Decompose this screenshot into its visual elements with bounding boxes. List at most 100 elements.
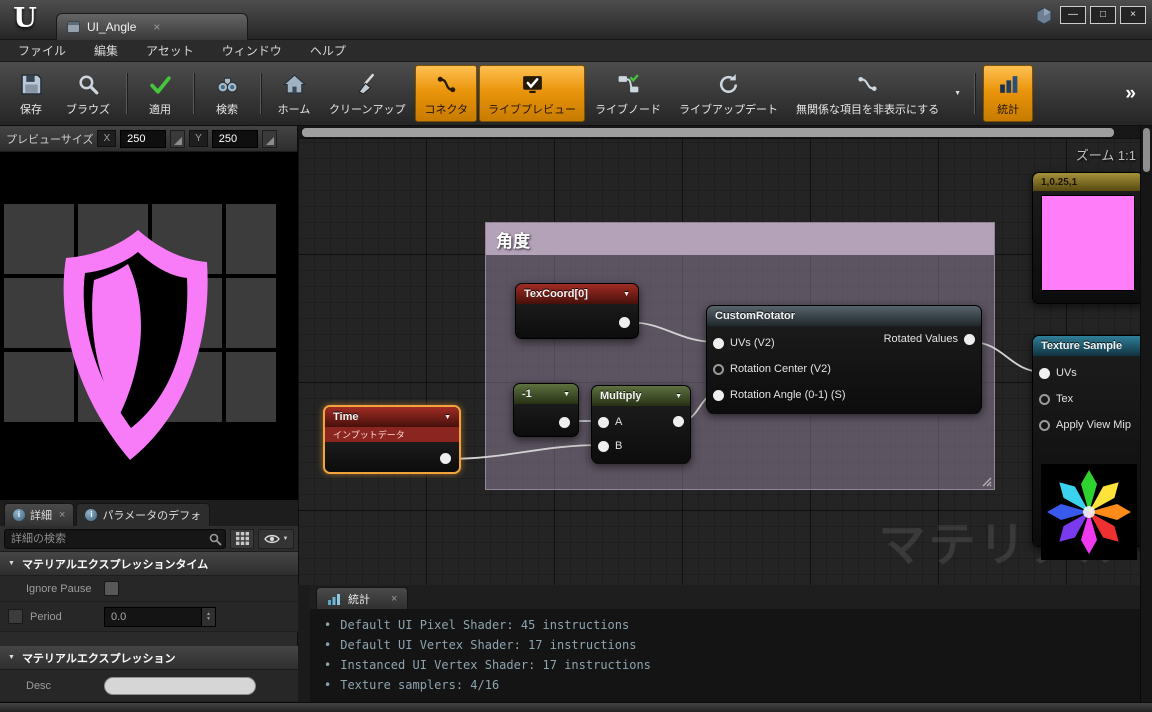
node-multiply[interactable]: Multiply ▼ A B (591, 385, 691, 464)
asset-tab[interactable]: UI_Angle × (56, 13, 248, 40)
menu-edit[interactable]: 編集 (94, 42, 118, 59)
hide-unrelated-icon (855, 70, 880, 98)
details-search-input[interactable] (4, 528, 226, 549)
multiply-output-pin[interactable] (673, 416, 684, 427)
stats-line-text: Texture samplers: 4/16 (340, 678, 500, 692)
desc-input-field[interactable] (104, 676, 256, 695)
period-value-field[interactable]: 0.0 ▲ ▼ (104, 606, 216, 627)
section-material-expression[interactable]: ▼ マテリアルエクスプレッション (0, 646, 298, 670)
node-minus-one-title: -1 (522, 388, 532, 400)
graph-horizontal-scrollbar[interactable] (298, 126, 1140, 139)
info-icon: i (85, 509, 98, 521)
node-custom-rotator[interactable]: CustomRotator UVs (V2) Rotation Center (… (706, 305, 982, 414)
collapse-arrow-icon[interactable]: ▼ (623, 291, 630, 298)
collapse-arrow-icon[interactable]: ▼ (563, 391, 570, 398)
cleanup-button[interactable]: クリーンアップ (321, 65, 413, 122)
window-controls: — □ × (1060, 6, 1146, 24)
tab-stats-close-icon[interactable]: × (391, 593, 397, 605)
property-row-period: Period 0.0 ▲ ▼ (0, 602, 298, 632)
ignore-pause-checkbox[interactable] (104, 581, 119, 596)
hide-unrelated-dropdown-caret-icon[interactable]: ▼ (949, 86, 966, 101)
texcoord-output-pin[interactable] (619, 317, 630, 328)
preview-viewport[interactable] (0, 152, 298, 500)
save-button[interactable]: 保存 (6, 65, 56, 122)
maximize-button[interactable]: □ (1090, 6, 1116, 24)
texture-sample-tex-input-pin[interactable] (1039, 393, 1050, 405)
live-nodes-icon (616, 70, 641, 98)
home-button[interactable]: ホーム (269, 65, 319, 122)
node-constant-vector[interactable]: 1,0.25,1 (1032, 172, 1144, 304)
preview-y-value[interactable]: 250 (211, 129, 258, 148)
live-update-toggle-button[interactable]: ライブアップデート (671, 65, 786, 122)
preview-y-drag-icon[interactable] (261, 129, 277, 148)
menu-help[interactable]: ヘルプ (310, 42, 346, 59)
graph-horizontal-scrollbar-thumb[interactable] (302, 128, 1114, 137)
period-stepper-icon[interactable]: ▲ ▼ (201, 607, 215, 626)
preview-size-bar: プレビューサイズ X 250 Y 250 (0, 126, 297, 152)
browse-button[interactable]: ブラウズ (58, 65, 118, 122)
comment-header[interactable]: 角度 (486, 223, 994, 255)
comment-resize-grip-icon[interactable] (980, 475, 992, 487)
asset-tab-icon (67, 21, 80, 33)
section-title: マテリアルエクスプレッションタイム (21, 558, 209, 571)
hide-unrelated-toggle-button[interactable]: 無関係な項目を非表示にする (788, 65, 947, 122)
texture-sample-mip-input-pin[interactable] (1039, 419, 1050, 431)
browse-icon (76, 70, 101, 98)
rotator-uvs-input-pin[interactable] (713, 337, 724, 349)
node-minus-one[interactable]: -1 ▼ (513, 383, 579, 437)
close-button[interactable]: × (1120, 6, 1146, 24)
live-preview-toggle-button[interactable]: ライブプレビュー (479, 65, 586, 122)
pin-row: Apply View Mip (1033, 412, 1151, 438)
time-output-pin[interactable] (440, 453, 451, 464)
node-time-subtitle: インプットデータ (325, 427, 459, 442)
asset-tab-title: UI_Angle (87, 20, 137, 34)
search-button[interactable]: 検索 (202, 65, 252, 122)
collapse-arrow-icon[interactable]: ▼ (675, 393, 682, 400)
multiply-a-input-pin[interactable] (598, 416, 609, 428)
node-time[interactable]: Time ▼ インプットデータ (323, 405, 461, 474)
stats-tab-bar: 統計 × (310, 585, 1140, 609)
cleanup-label: クリーンアップ (329, 104, 406, 116)
texture-sample-uvs-input-pin[interactable] (1039, 367, 1050, 379)
period-override-checkbox[interactable] (8, 609, 23, 624)
tab-stats[interactable]: 統計 × (316, 587, 409, 609)
tab-parameter-defaults[interactable]: i パラメータのデフォ (76, 503, 211, 526)
material-graph-canvas[interactable]: マテリアル 角度 TexCoord[0] ▼ CustomRotator UVs… (298, 126, 1152, 585)
minus-one-output-pin[interactable] (559, 417, 570, 428)
node-texcoord[interactable]: TexCoord[0] ▼ (515, 283, 639, 339)
section-material-expression-time[interactable]: ▼ マテリアルエクスプレッションタイム (0, 552, 298, 576)
multiply-b-input-pin[interactable] (598, 440, 609, 452)
title-bar: U UI_Angle × — □ × (0, 0, 1152, 40)
rotator-output-pin[interactable] (964, 333, 975, 345)
apply-button[interactable]: 適用 (135, 65, 185, 122)
pin-row: Rotated Values (884, 333, 975, 345)
stats-toggle-button[interactable]: 統計 (983, 65, 1034, 122)
window-bottom-strip (0, 702, 1152, 712)
property-matrix-button[interactable] (230, 528, 254, 549)
rotator-angle-input-pin[interactable] (713, 389, 724, 401)
live-nodes-label: ライブノード (595, 104, 662, 116)
minimize-button[interactable]: — (1060, 6, 1086, 24)
asset-tab-close-icon[interactable]: × (153, 20, 160, 34)
menu-file[interactable]: ファイル (18, 42, 66, 59)
eye-icon (263, 534, 280, 543)
rotator-center-input-pin[interactable] (713, 363, 724, 375)
tab-details-close-icon[interactable]: × (59, 509, 65, 521)
stats-line-text: Default UI Pixel Shader: 45 instructions (340, 618, 630, 632)
node-texcoord-title: TexCoord[0] (524, 288, 588, 300)
node-texture-sample[interactable]: Texture Sample UVs Tex Apply View Mip (1032, 335, 1152, 560)
live-nodes-toggle-button[interactable]: ライブノード (587, 65, 669, 122)
graph-vertical-scrollbar[interactable] (1140, 126, 1152, 702)
connectors-toggle-button[interactable]: コネクタ (415, 65, 478, 122)
pin-row: Tex (1033, 386, 1151, 412)
menu-window[interactable]: ウィンドウ (222, 42, 282, 59)
preview-x-drag-icon[interactable] (170, 129, 186, 148)
graph-vertical-scrollbar-thumb[interactable] (1143, 128, 1150, 172)
collapse-arrow-icon[interactable]: ▼ (444, 414, 451, 421)
tab-details[interactable]: i 詳細 × (4, 503, 75, 526)
menu-asset[interactable]: アセット (146, 42, 194, 59)
rotator-center-label: Rotation Center (V2) (730, 363, 831, 375)
toolbar-overflow-chevron-icon[interactable]: » (1115, 83, 1146, 105)
preview-x-value[interactable]: 250 (120, 129, 167, 148)
view-options-button[interactable]: ▼ (258, 528, 294, 549)
